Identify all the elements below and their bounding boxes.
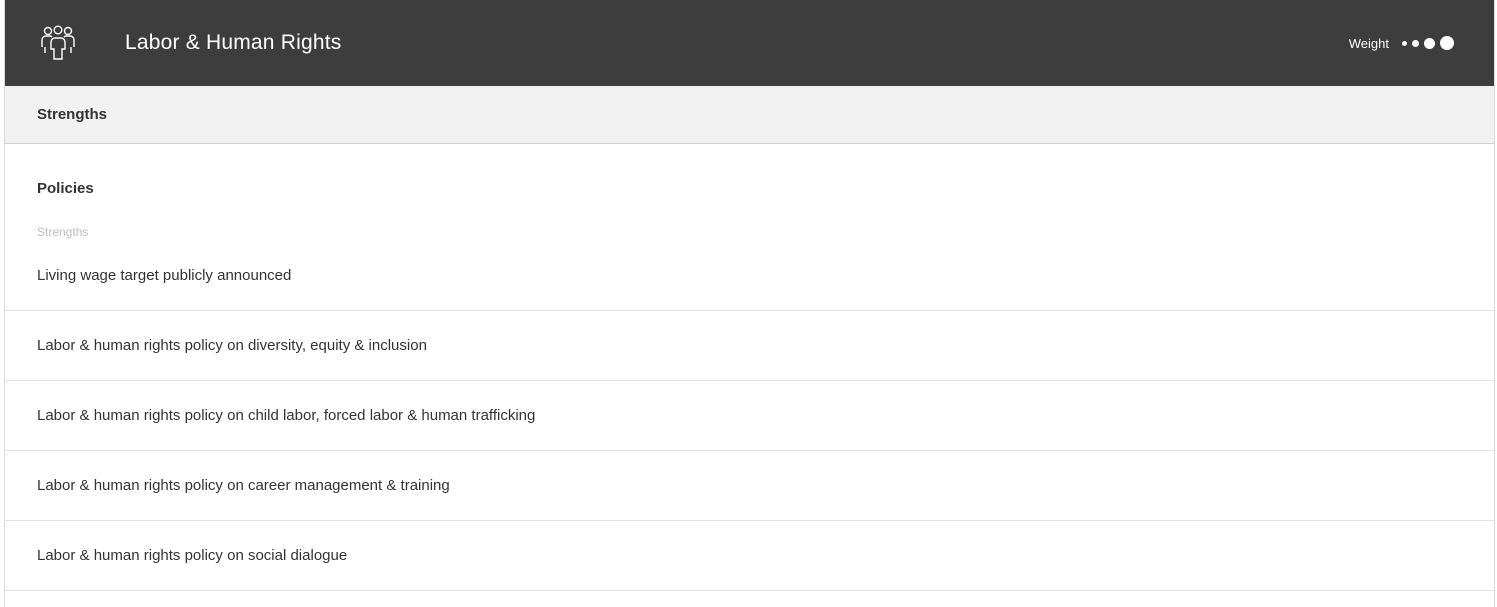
weight-dot-2 [1412,39,1419,47]
weight-dot-4 [1440,36,1454,50]
group-sublabel: Strengths [37,225,89,239]
section-header-strengths: Strengths [5,86,1494,144]
weight-dot-1 [1402,40,1407,46]
theme-title: Labor & Human Rights [125,31,342,54]
list-item: Labor & human rights policy on child lab… [5,381,1494,451]
theme-card: Labor & Human Rights Weight Strengths Po… [4,0,1495,607]
weight-dot-3 [1424,37,1435,49]
weight-indicator: Weight [1349,0,1454,86]
list-item-label: Living wage target publicly announced [37,267,292,284]
list-item: Living wage target publicly announced [5,259,1494,311]
theme-header: Labor & Human Rights Weight [5,0,1494,86]
list-item: Labor & human rights policy on career ma… [5,451,1494,521]
group-title: Policies [37,180,94,197]
list-item-label: Labor & human rights policy on child lab… [37,407,536,424]
list-item-label: Labor & human rights policy on career ma… [37,477,450,494]
weight-dots [1397,36,1454,50]
strengths-list: Living wage target publicly announced La… [5,259,1494,591]
weight-label: Weight [1348,35,1389,51]
list-item-label: Labor & human rights policy on social di… [37,547,348,564]
list-item: Labor & human rights policy on diversity… [5,311,1494,381]
list-item: Labor & human rights policy on social di… [5,521,1494,591]
people-group-icon [41,25,75,60]
list-item-label: Labor & human rights policy on diversity… [37,337,427,354]
